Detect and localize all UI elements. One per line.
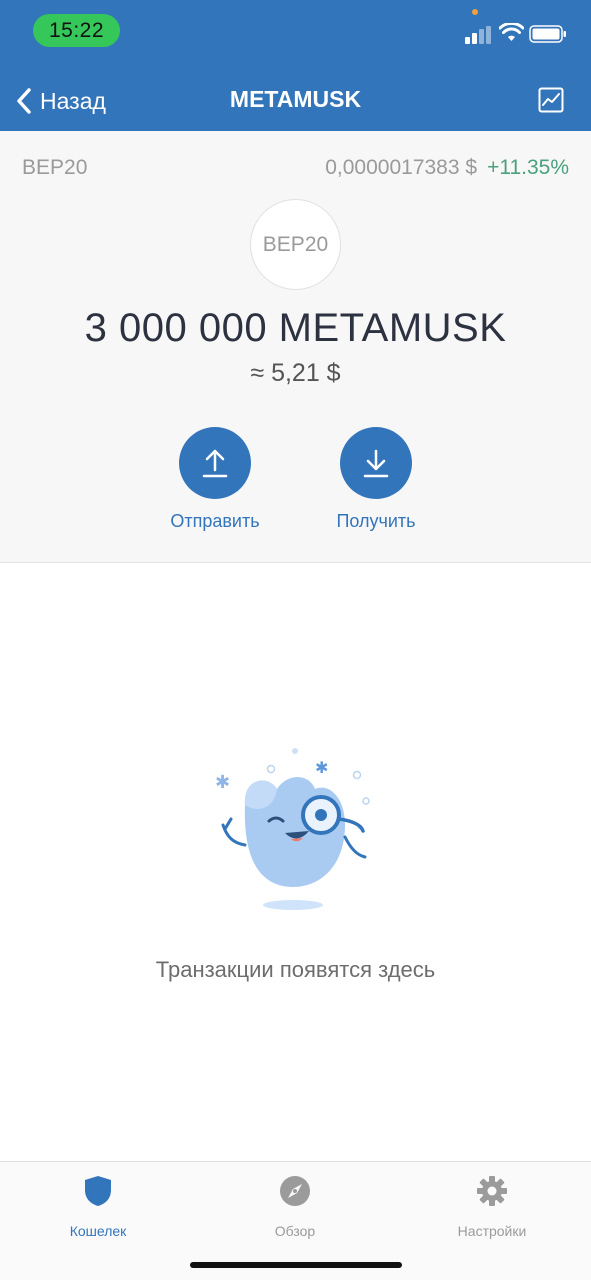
price-row: 0,0000017383 $ +11.35% bbox=[325, 156, 569, 180]
tab-browse-label: Обзор bbox=[274, 1223, 316, 1239]
send-button[interactable]: Отправить bbox=[150, 427, 280, 532]
token-header: BEP20 0,0000017383 $ +11.35% BEP20 3 000… bbox=[0, 131, 591, 563]
download-arrow-icon bbox=[363, 449, 389, 478]
tab-settings[interactable]: Настройки bbox=[427, 1174, 557, 1239]
price-chart-icon[interactable] bbox=[538, 87, 564, 113]
battery-icon bbox=[529, 25, 566, 43]
tab-settings-label: Настройки bbox=[457, 1223, 527, 1239]
back-label: Назад bbox=[40, 87, 106, 114]
svg-text:✱: ✱ bbox=[315, 758, 328, 777]
send-label: Отправить bbox=[170, 511, 260, 531]
shield-icon bbox=[85, 1176, 111, 1206]
empty-state-message: Транзакции появятся здесь bbox=[155, 957, 436, 982]
receive-label: Получить bbox=[336, 511, 416, 531]
empty-state-mascot-illustration: ✱ ✱ bbox=[215, 748, 370, 910]
token-logo: BEP20 bbox=[250, 199, 341, 290]
receive-button[interactable]: Получить bbox=[311, 427, 441, 532]
cellular-signal-icon bbox=[465, 26, 491, 44]
privacy-indicator-dot bbox=[472, 9, 478, 15]
upload-arrow-icon bbox=[202, 449, 228, 478]
token-balance: 3 000 000 METAMUSK bbox=[84, 306, 507, 350]
token-price: 0,0000017383 $ bbox=[325, 156, 478, 179]
tab-wallet[interactable]: Кошелек bbox=[33, 1174, 163, 1239]
receive-circle[interactable] bbox=[340, 427, 412, 499]
gear-icon bbox=[477, 1176, 507, 1206]
top-bar: 15:22 Назад METAMUSK bbox=[0, 0, 591, 131]
price-change: +11.35% bbox=[487, 156, 569, 179]
send-circle[interactable] bbox=[179, 427, 251, 499]
network-label: BEP20 bbox=[22, 156, 88, 179]
back-button[interactable]: Назад bbox=[16, 84, 106, 118]
status-time: 15:22 bbox=[33, 14, 120, 47]
compass-icon bbox=[280, 1176, 310, 1206]
fiat-balance: ≈ 5,21 $ bbox=[250, 359, 341, 387]
home-indicator[interactable] bbox=[190, 1262, 402, 1268]
svg-text:✱: ✱ bbox=[215, 772, 230, 793]
tab-browse[interactable]: Обзор bbox=[230, 1174, 360, 1239]
wifi-icon bbox=[499, 23, 524, 41]
tab-wallet-label: Кошелек bbox=[69, 1223, 127, 1239]
chevron-left-icon bbox=[17, 88, 31, 114]
